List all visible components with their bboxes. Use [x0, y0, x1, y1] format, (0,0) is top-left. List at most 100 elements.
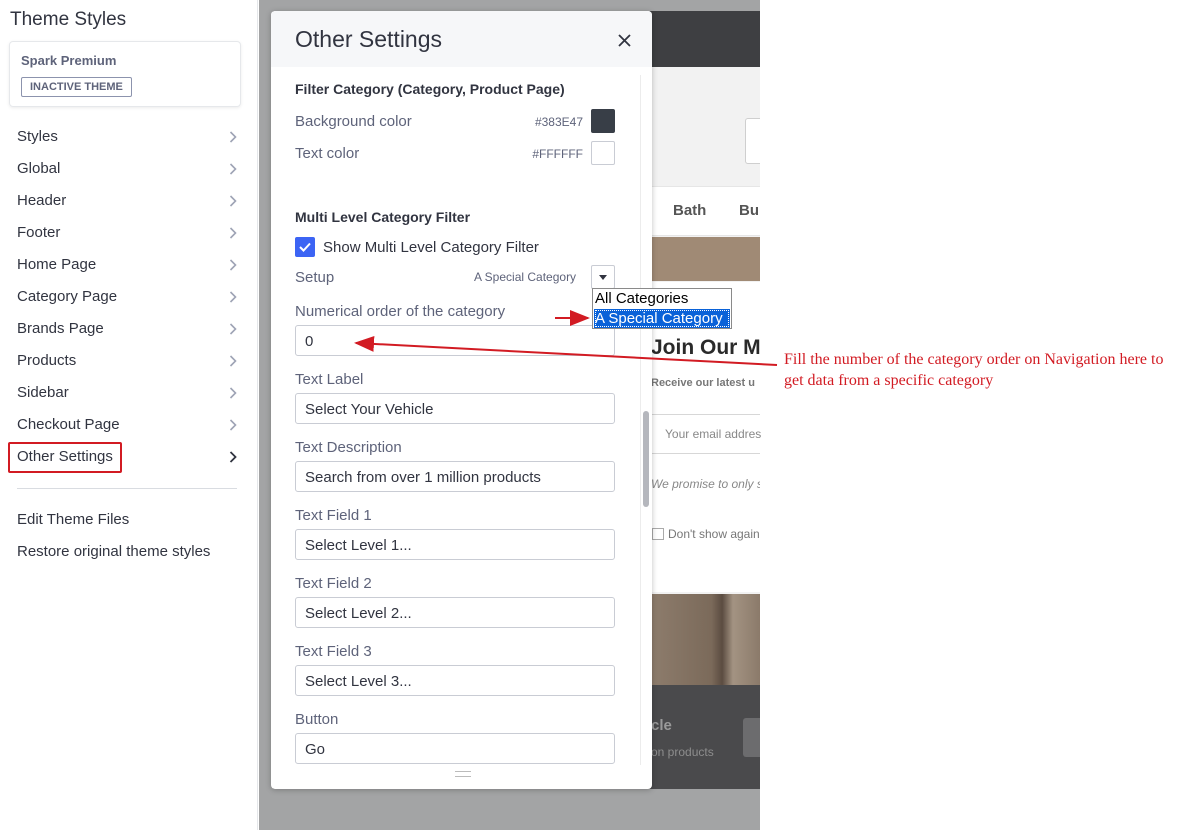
text-field-2-input[interactable]: Select Level 2... [295, 597, 615, 628]
chevron-right-icon [226, 313, 240, 345]
order-label: Numerical order of the category [295, 303, 506, 320]
button-label: Button [295, 711, 339, 728]
sidebar-item-sidebar[interactable]: Sidebar [0, 377, 258, 409]
preview-footer-subtitle: on products [651, 745, 714, 759]
setup-dropdown[interactable] [591, 265, 615, 289]
preview-dont-show-label: Don't show again [668, 527, 760, 541]
sidebar-item-styles[interactable]: Styles [0, 121, 258, 153]
sidebar-item-label: Checkout Page [17, 416, 120, 433]
text-label-value: Select Your Vehicle [305, 401, 434, 418]
setup-label: Setup [295, 269, 335, 286]
preview-email-input: Your email addres [651, 414, 761, 454]
sidebar-item-label: Brands Page [17, 320, 104, 337]
panel-header: Other Settings [271, 11, 652, 67]
edit-theme-files-link[interactable]: Edit Theme Files [17, 511, 129, 528]
chevron-right-icon [226, 249, 240, 281]
sidebar-item-label: Global [17, 160, 61, 177]
chevron-right-icon [226, 153, 240, 185]
preview-newsletter-title: Join Our M [651, 336, 760, 359]
checkmark-icon [299, 242, 311, 252]
chevron-right-icon [226, 441, 240, 473]
sidebar-item-home-page[interactable]: Home Page [0, 249, 258, 281]
button-text-value: Go [305, 741, 326, 758]
preview-nav-item: Bath [673, 202, 707, 219]
sidebar-title: Theme Styles [10, 9, 127, 30]
text-description-value: Search from over 1 million products [305, 469, 541, 486]
show-multi-level-checkbox[interactable] [295, 237, 315, 257]
text-description-input[interactable]: Search from over 1 million products [295, 461, 615, 492]
sidebar-divider [17, 488, 237, 489]
close-icon[interactable] [613, 29, 635, 51]
category-order-value: 0 [305, 333, 314, 350]
text-color-hex: #FFFFFF [532, 147, 583, 161]
text-label-input[interactable]: Select Your Vehicle [295, 393, 615, 424]
highlight-box [8, 442, 122, 473]
sidebar-item-footer[interactable]: Footer [0, 217, 258, 249]
annotation-text: Fill the number of the category order on… [784, 351, 1164, 389]
text-description-label: Text Description [295, 439, 402, 456]
preview-banner [652, 237, 760, 281]
preview-email-placeholder: Your email addres [665, 427, 761, 441]
chevron-right-icon [226, 345, 240, 377]
chevron-right-icon [226, 409, 240, 441]
text-field-2-value: Select Level 2... [305, 605, 412, 622]
multi-level-section-title: Multi Level Category Filter [295, 209, 471, 225]
theme-styles-sidebar: Theme Styles Spark Premium INACTIVE THEM… [0, 0, 258, 830]
sidebar-item-label: Products [17, 352, 77, 369]
chevron-right-icon [226, 217, 240, 249]
preview-nav-item: Bu [739, 202, 759, 219]
sidebar-item-label: Header [17, 192, 67, 209]
text-field-3-input[interactable]: Select Level 3... [295, 665, 615, 696]
sidebar-item-header[interactable]: Header [0, 185, 258, 217]
background-color-swatch[interactable] [591, 109, 615, 133]
filter-category-section-title: Filter Category (Category, Product Page) [295, 81, 565, 97]
sidebar-item-category-page[interactable]: Category Page [0, 281, 258, 313]
preview-checkbox [652, 528, 664, 540]
theme-name: Spark Premium [21, 53, 117, 68]
setup-selected-value: A Special Category [474, 270, 577, 284]
sidebar-item-other-settings[interactable]: Other Settings [0, 441, 258, 473]
sidebar-nav: Styles Global Header Footer Home Page Ca… [0, 121, 258, 473]
background-color-hex: #383E47 [534, 115, 583, 129]
panel-title: Other Settings [295, 26, 443, 52]
text-field-1-value: Select Level 1... [305, 537, 412, 554]
setup-dropdown-list: All Categories A Special Category [592, 288, 732, 329]
sidebar-item-products[interactable]: Products [0, 345, 258, 377]
show-multi-level-label: Show Multi Level Category Filter [323, 239, 539, 256]
sidebar-item-brands-page[interactable]: Brands Page [0, 313, 258, 345]
theme-card: Spark Premium INACTIVE THEME [9, 41, 241, 107]
text-field-2-label: Text Field 2 [295, 575, 372, 592]
chevron-right-icon [226, 185, 240, 217]
setup-option-special-category[interactable]: A Special Category [594, 309, 730, 328]
text-color-label: Text color [295, 145, 360, 162]
preview-photo [652, 594, 760, 685]
setup-option-all-categories[interactable]: All Categories [594, 289, 730, 308]
chevron-right-icon [226, 281, 240, 313]
preview-footer-title: cle [651, 717, 672, 734]
panel-scrollbar-thumb[interactable] [643, 411, 649, 507]
text-field-3-value: Select Level 3... [305, 673, 412, 690]
sidebar-item-label: Home Page [17, 256, 97, 273]
text-color-swatch[interactable] [591, 141, 615, 165]
restore-theme-styles-link[interactable]: Restore original theme styles [17, 543, 210, 560]
text-label-label: Text Label [295, 371, 364, 388]
button-text-input[interactable]: Go [295, 733, 615, 764]
text-field-1-input[interactable]: Select Level 1... [295, 529, 615, 560]
category-order-input[interactable]: 0 [295, 325, 615, 356]
sidebar-item-checkout-page[interactable]: Checkout Page [0, 409, 258, 441]
preview-newsletter-text: Receive our latest u [651, 377, 755, 389]
sidebar-item-label: Sidebar [17, 384, 69, 401]
caret-down-icon [599, 274, 607, 280]
sidebar-item-global[interactable]: Global [0, 153, 258, 185]
resize-handle-icon[interactable] [455, 771, 471, 777]
preview-promise-text: We promise to only s [651, 477, 760, 491]
sidebar-item-label: Styles [17, 128, 58, 145]
background-color-label: Background color [295, 113, 412, 130]
sidebar-item-label: Category Page [17, 288, 118, 305]
text-field-3-label: Text Field 3 [295, 643, 372, 660]
other-settings-panel: Other Settings Filter Category (Category… [271, 11, 652, 789]
chevron-right-icon [226, 377, 240, 409]
chevron-right-icon [226, 121, 240, 153]
text-field-1-label: Text Field 1 [295, 507, 372, 524]
preview-footer-button [743, 718, 760, 757]
